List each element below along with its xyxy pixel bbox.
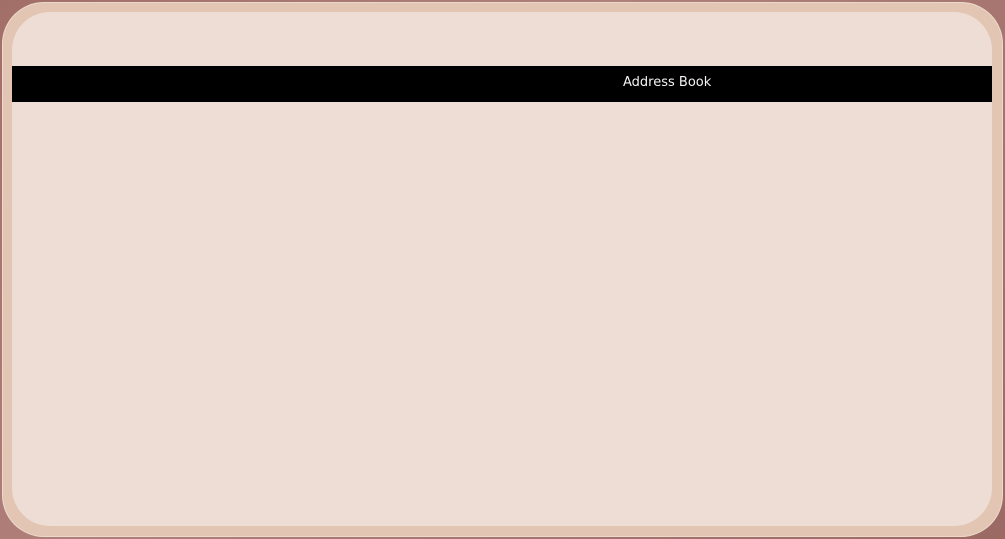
window-title: Address Book <box>623 75 712 90</box>
title-bar: Address Book <box>12 66 992 102</box>
